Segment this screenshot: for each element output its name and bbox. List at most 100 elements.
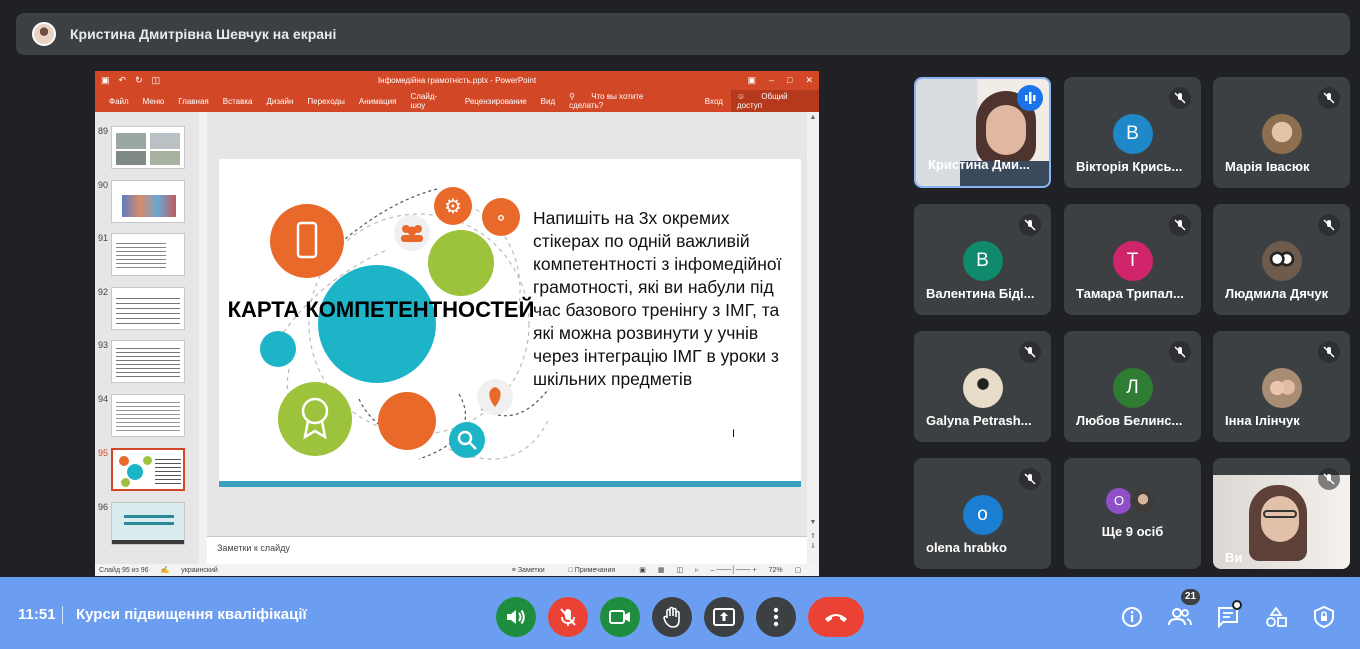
sign-in-link: Вход (704, 96, 723, 106)
spell-check-icon: ✍ (160, 567, 170, 574)
camera-toggle-button[interactable] (600, 597, 640, 637)
participant-avatar: Л (1112, 368, 1153, 408)
participant-tile[interactable]: Людмила Дячук (1213, 204, 1350, 315)
presenter-avatar (32, 22, 56, 46)
activities-icon (1266, 606, 1287, 627)
slide-notes: Заметки к слайду (207, 536, 807, 564)
participant-tile[interactable]: Марія Івасюк (1213, 77, 1350, 188)
zoom-slider: – ───│─── + (710, 566, 757, 574)
divider (62, 606, 63, 624)
close-icon: ✕ (805, 75, 813, 85)
host-controls-button[interactable] (1310, 603, 1338, 631)
participant-avatar: o (962, 495, 1003, 535)
svg-text:⚙: ⚙ (444, 194, 462, 218)
audio-button[interactable] (496, 597, 536, 637)
zoom-level: 72% (768, 566, 783, 574)
participant-count-badge: 21 (1181, 589, 1200, 605)
participant-tile[interactable]: Л Любов Белинс... (1064, 331, 1201, 442)
menu-home: Главная (178, 96, 209, 106)
menu-design: Дизайн (266, 96, 294, 106)
participant-tile[interactable]: В Вікторія Крись... (1064, 77, 1201, 188)
self-view-tile[interactable]: Ви (1213, 458, 1350, 569)
text-cursor-icon: I (732, 428, 736, 440)
shield-lock-icon (1314, 605, 1334, 629)
raise-hand-button[interactable] (652, 597, 692, 637)
comments-label: Примечания (574, 566, 616, 574)
mic-toggle-button[interactable] (548, 597, 588, 637)
people-icon (1168, 608, 1192, 626)
slide-thumbnail (111, 340, 185, 383)
hand-icon (663, 606, 680, 628)
slide-thumbnail (111, 287, 185, 330)
activities-button[interactable] (1262, 603, 1290, 631)
participant-tile[interactable]: Galyna Petrash... (914, 331, 1051, 442)
ppt-menubar: Файл Меню Главная Вставка Дизайн Переход… (95, 88, 819, 114)
meeting-title: Курси підвищення кваліфікації (76, 606, 307, 623)
speaker-icon (507, 609, 525, 625)
reading-view-icon: ◫ (676, 567, 684, 574)
sorter-view-icon: ▦ (657, 567, 665, 574)
menu-file: Файл (109, 96, 129, 106)
mic-off-icon (560, 608, 576, 626)
meeting-clock: 11:51 (18, 606, 56, 623)
slide-counter: Слайд 95 из 96 (99, 566, 149, 574)
self-name: Ви (1225, 550, 1243, 565)
mic-off-icon (1019, 468, 1041, 490)
participant-tile[interactable]: Т Тамара Трипал... (1064, 204, 1201, 315)
mic-off-icon (1019, 214, 1041, 236)
thumb-number: 94 (98, 394, 109, 404)
svg-text:⚬: ⚬ (494, 209, 508, 229)
chat-notification-dot (1232, 600, 1242, 610)
normal-view-icon: ▣ (639, 567, 646, 574)
menu-view: Вид (540, 96, 556, 106)
present-screen-button[interactable] (704, 597, 744, 637)
thumb-number: 89 (98, 126, 109, 136)
meeting-info-button[interactable] (1118, 603, 1146, 631)
participant-name: Любов Белинс... (1076, 413, 1183, 428)
presenter-banner-text: Кристина Дмитрівна Шевчук на екрані (70, 26, 337, 42)
more-vert-icon (773, 607, 779, 627)
shared-screen-powerpoint: ▣ ↶ ↻ ◫ Інфомедійна грамотність.pptx - P… (95, 71, 819, 576)
ppt-status-bar: Слайд 95 из 96 ✍ украинский ≡ Заметки □ … (95, 564, 819, 576)
maximize-icon: □ (787, 75, 793, 85)
more-participants-tile[interactable]: О Ще 9 осіб (1064, 458, 1201, 569)
meeting-control-bar: 11:51 Курси підвищення кваліфікації 21 (0, 577, 1360, 649)
more-options-button[interactable] (756, 597, 796, 637)
leave-call-button[interactable] (808, 597, 864, 637)
menu-slideshow: Слайд-шоу (410, 92, 438, 110)
participant-name: Кристина Дми... (928, 157, 1030, 172)
language-indicator: украинский (181, 566, 218, 574)
participant-name: Тамара Трипал... (1076, 286, 1184, 301)
participant-photo-avatar (962, 368, 1003, 408)
participants-button[interactable] (1166, 603, 1194, 631)
share-button: ☺ Общий доступ (730, 88, 819, 114)
mic-off-icon (1019, 341, 1041, 363)
info-icon (1122, 607, 1142, 627)
ppt-document-title: Інфомедійна грамотність.pptx - PowerPoin… (377, 76, 537, 85)
thumbnails-scrollbar (199, 112, 207, 564)
mic-off-icon (1318, 214, 1340, 236)
tell-me-box: ⚲ Что вы хотите сделать? (569, 92, 644, 110)
menu-menu: Меню (142, 96, 165, 106)
participant-photo-avatar (1261, 241, 1302, 281)
ribbon-options-icon: ▣ (747, 75, 756, 85)
self-video-glasses (1263, 510, 1297, 518)
participant-tile[interactable]: o olena hrabko (914, 458, 1051, 569)
slide-body-text: Напишіть на 3х окремих стікерах по одній… (533, 208, 782, 389)
mic-off-icon (1318, 87, 1340, 109)
notes-toggle: ≡ Заметки (511, 566, 545, 574)
participant-tile[interactable]: В Валентина Біді... (914, 204, 1051, 315)
more-participants-avatar: О (1106, 488, 1132, 514)
mic-off-icon (1318, 468, 1340, 490)
participant-photo-avatar (1261, 114, 1302, 154)
tell-me-text: Что вы хотите сделать? (569, 92, 644, 110)
slide-thumbnails-panel: 89 90 91 92 93 94 95 96 (95, 112, 207, 564)
slide-thumbnail (111, 126, 185, 169)
hang-up-icon (825, 614, 847, 622)
participant-name: Galyna Petrash... (926, 413, 1032, 428)
minimize-icon: – (769, 75, 775, 85)
thumb-number: 90 (98, 180, 109, 190)
participant-tile-presenter[interactable]: Кристина Дми... (914, 77, 1051, 188)
present-icon (713, 608, 735, 626)
participant-tile[interactable]: Інна Ілінчук (1213, 331, 1350, 442)
